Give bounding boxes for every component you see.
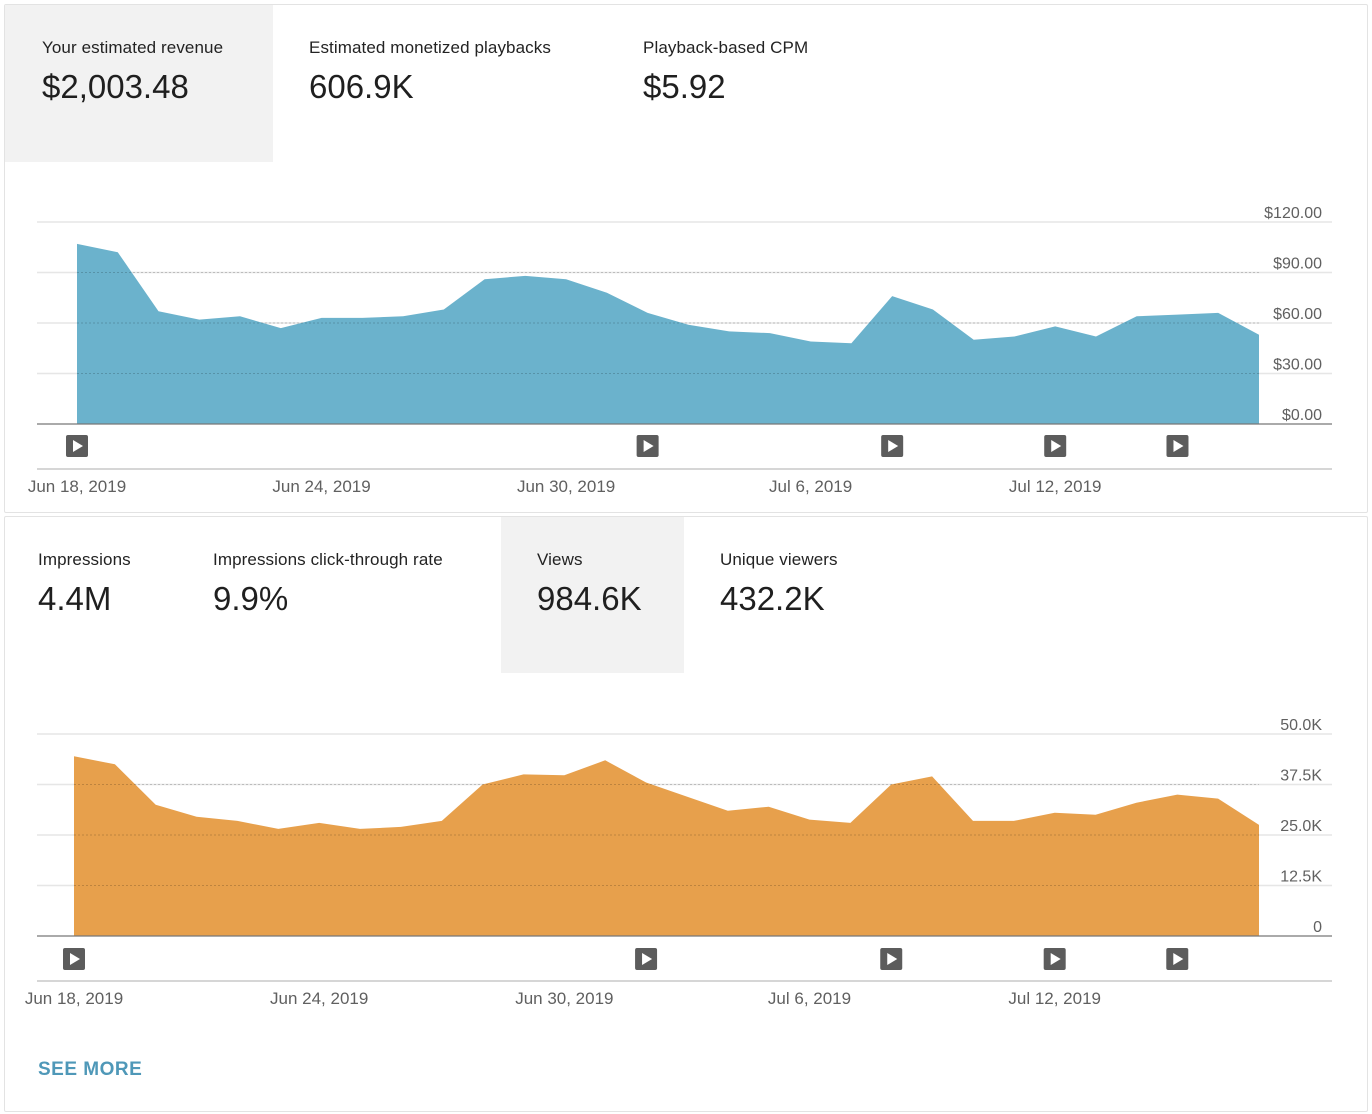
video-marker-icon[interactable] xyxy=(880,948,903,970)
video-marker-icon[interactable] xyxy=(635,948,658,970)
video-marker-icon[interactable] xyxy=(63,948,85,970)
x-tick-label: Jun 24, 2019 xyxy=(270,989,368,1008)
area-series xyxy=(74,756,1259,936)
x-tick-label: Jun 30, 2019 xyxy=(515,989,613,1008)
y-tick-label: 50.0K xyxy=(1280,717,1322,734)
video-marker-icon[interactable] xyxy=(1166,948,1189,970)
y-tick-label: 12.5K xyxy=(1280,869,1322,886)
y-tick-label: 0 xyxy=(1313,919,1322,936)
video-marker-icon[interactable] xyxy=(1043,948,1066,970)
y-tick-label: 25.0K xyxy=(1280,818,1322,835)
x-tick-label: Jul 12, 2019 xyxy=(1008,989,1101,1008)
views-chart: 0 12.5K 25.0K 37.5K 50.0K Jun 18, 2019 Jun 24,… xyxy=(25,717,1332,1008)
y-tick-label: 37.5K xyxy=(1280,768,1322,785)
x-tick-label: Jul 6, 2019 xyxy=(768,989,851,1008)
x-tick-label: Jun 18, 2019 xyxy=(25,989,123,1008)
